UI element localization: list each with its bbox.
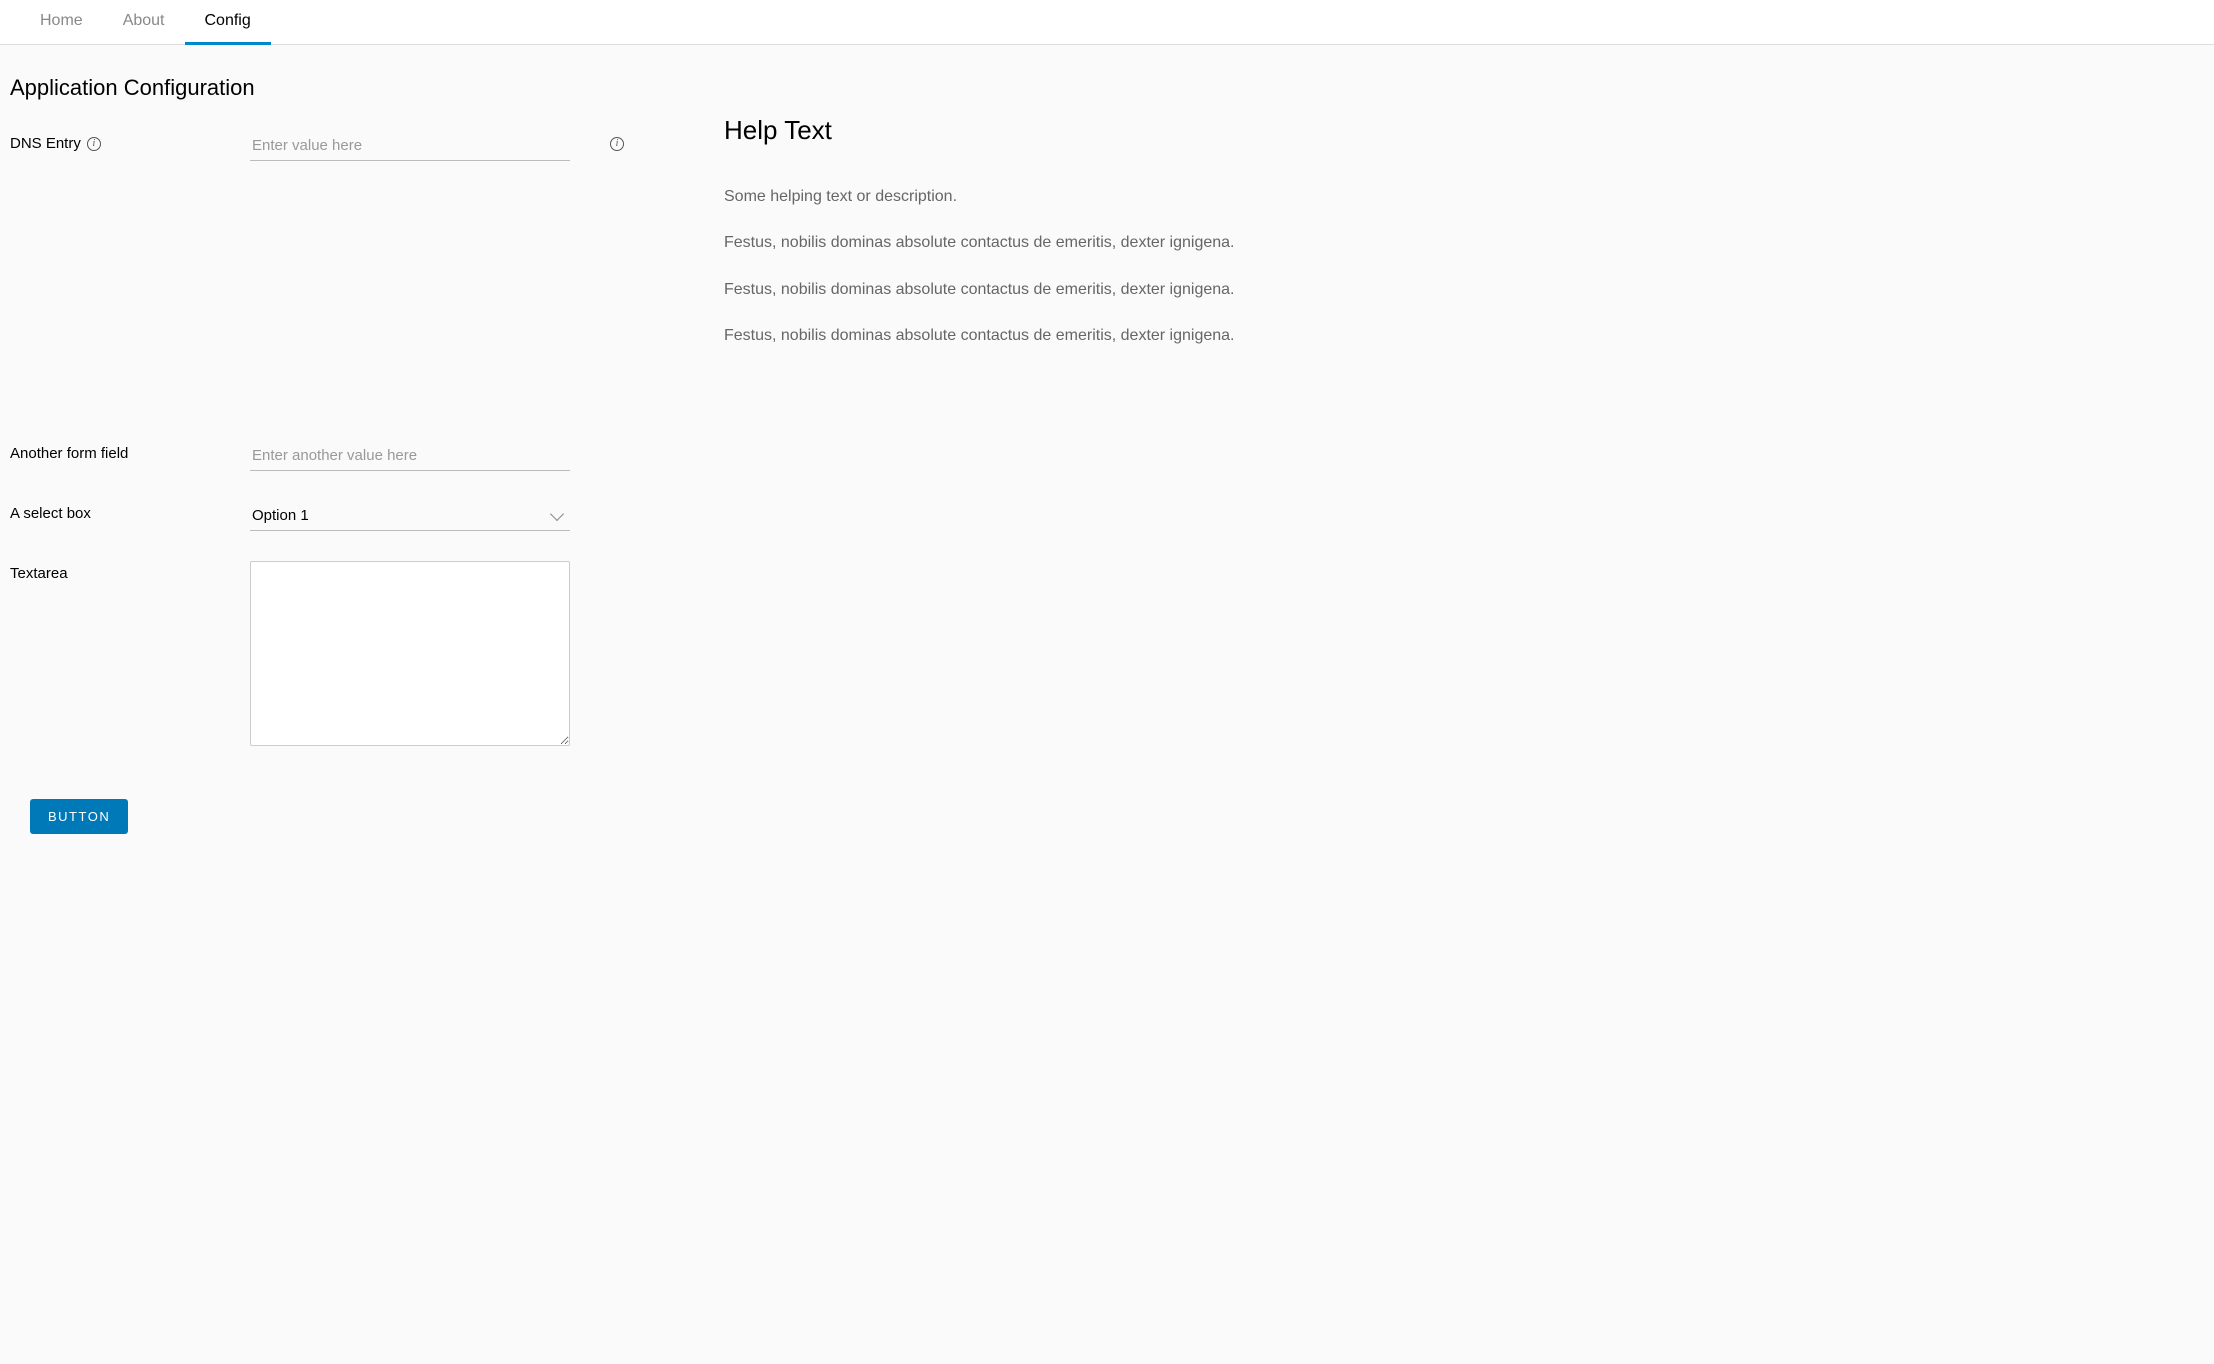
content-area: Application Configuration DNS Entry i i …	[0, 45, 2214, 874]
submit-button[interactable]: BUTTON	[30, 799, 128, 834]
another-field-label: Another form field	[10, 441, 250, 462]
dns-entry-label-text: DNS Entry	[10, 135, 81, 152]
another-field-input[interactable]	[250, 441, 570, 471]
textarea-label: Textarea	[10, 561, 250, 582]
dns-entry-input[interactable]	[250, 131, 570, 161]
page-title: Application Configuration	[10, 75, 624, 101]
form-row-textarea: Textarea	[10, 561, 624, 749]
dns-entry-label: DNS Entry i	[10, 131, 250, 152]
select-box-input[interactable]: Option 1	[250, 501, 570, 531]
form-column: Application Configuration DNS Entry i i …	[10, 75, 624, 834]
help-paragraph: Some helping text or description.	[724, 186, 1374, 208]
help-text: Some helping text or description. Festus…	[724, 186, 1374, 348]
tab-bar: Home About Config	[0, 0, 2214, 45]
chevron-down-icon	[550, 506, 564, 520]
help-paragraph: Festus, nobilis dominas absolute contact…	[724, 232, 1374, 254]
tab-config[interactable]: Config	[185, 0, 271, 45]
form-row-dns: DNS Entry i i	[10, 131, 624, 161]
tab-home[interactable]: Home	[20, 0, 103, 45]
tab-about[interactable]: About	[103, 0, 185, 45]
select-box-label: A select box	[10, 501, 250, 522]
help-title: Help Text	[724, 115, 1374, 146]
select-box-value: Option 1	[252, 507, 309, 524]
form-row-select: A select box Option 1	[10, 501, 624, 531]
info-icon[interactable]: i	[87, 137, 101, 151]
field-help-icon-wrap: i	[610, 131, 624, 151]
help-paragraph: Festus, nobilis dominas absolute contact…	[724, 325, 1374, 347]
form-row-another: Another form field	[10, 441, 624, 471]
help-paragraph: Festus, nobilis dominas absolute contact…	[724, 279, 1374, 301]
textarea-input[interactable]	[250, 561, 570, 746]
info-icon[interactable]: i	[610, 137, 624, 151]
help-column: Help Text Some helping text or descripti…	[724, 75, 1374, 372]
